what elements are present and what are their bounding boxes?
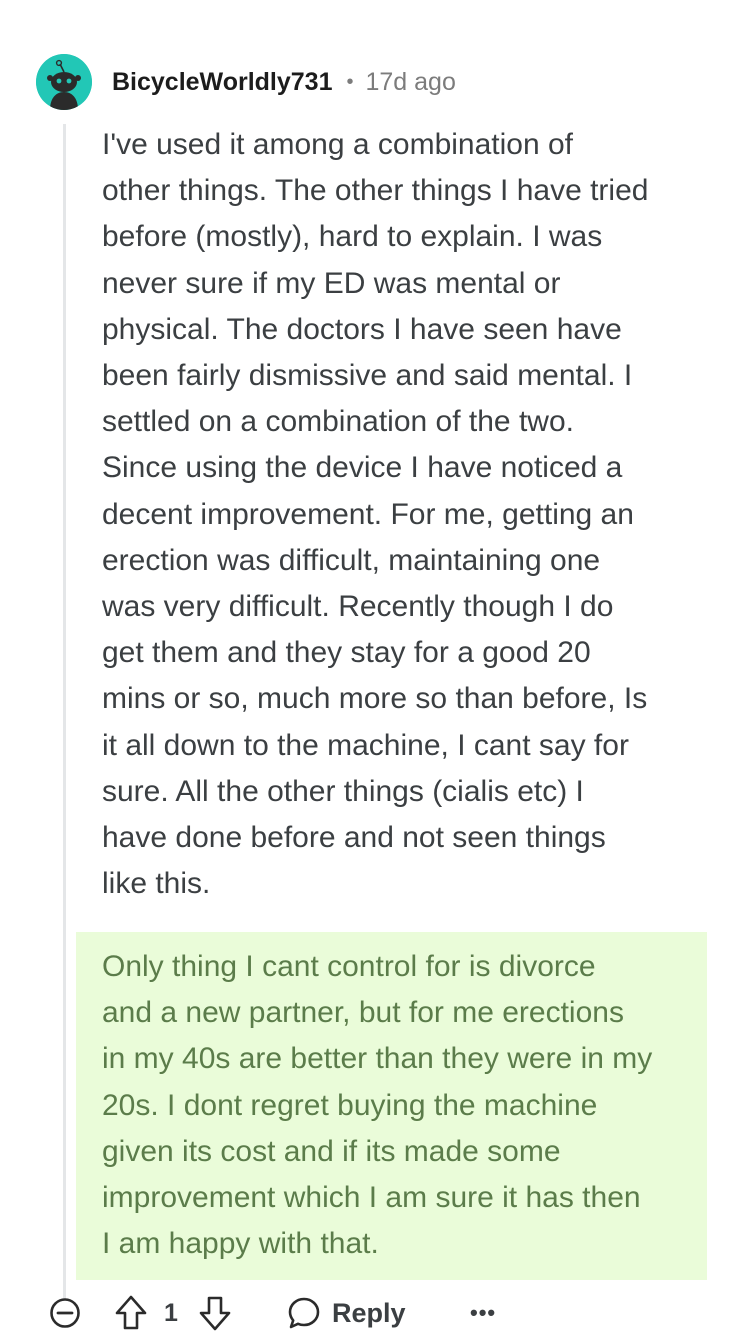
collapse-button[interactable] (48, 1292, 82, 1334)
thread-line[interactable] (63, 124, 66, 1300)
reply-button[interactable]: Reply (286, 1292, 406, 1334)
downvote-icon (198, 1294, 232, 1332)
username[interactable]: BicycleWorldly731 (112, 68, 332, 97)
comment-header: BicycleWorldly731 • 17d ago (112, 64, 456, 100)
downvote-button[interactable] (198, 1292, 232, 1334)
timestamp[interactable]: 17d ago (366, 68, 456, 97)
highlighted-text: Only thing I cant control for is divorce… (102, 950, 653, 1261)
snoo-avatar-icon[interactable] (36, 54, 92, 110)
more-options-button[interactable]: ••• (470, 1292, 496, 1334)
vote-count: 1 (164, 1292, 178, 1334)
comment: BicycleWorldly731 • 17d ago I've used it… (0, 0, 738, 1340)
vote-count-label: 1 (164, 1298, 178, 1327)
highlighted-passage: Only thing I cant control for is divorce… (76, 932, 707, 1280)
comment-body: I've used it among a combination of othe… (102, 128, 649, 901)
reply-label: Reply (332, 1297, 406, 1328)
reply-icon (286, 1295, 322, 1331)
comment-actions: 1 Reply ••• (48, 1292, 508, 1334)
meta-separator: • (346, 70, 354, 93)
upvote-button[interactable] (114, 1292, 148, 1334)
more-icon: ••• (470, 1300, 497, 1325)
upvote-icon (114, 1294, 148, 1332)
collapse-icon (48, 1296, 82, 1330)
